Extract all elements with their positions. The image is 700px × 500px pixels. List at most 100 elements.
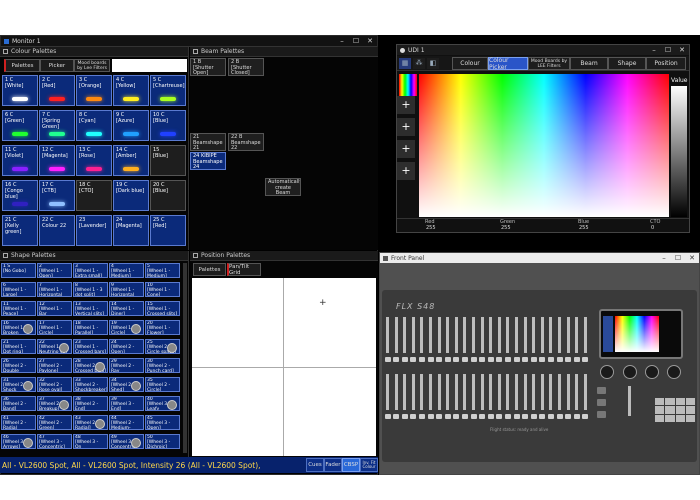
fader-track[interactable] xyxy=(411,317,415,353)
fader-button[interactable] xyxy=(547,357,554,362)
fader-track[interactable] xyxy=(575,374,579,410)
fader-track[interactable] xyxy=(558,317,561,353)
colour-palette-22[interactable]: 22 C Colour 22 xyxy=(39,215,75,246)
fader-button[interactable] xyxy=(496,357,503,362)
fader-track[interactable] xyxy=(437,317,441,353)
fader-button[interactable] xyxy=(504,414,511,419)
fader-track[interactable] xyxy=(480,317,484,353)
shape-palette-29[interactable]: 29 [Wheel 2 - Ray gear] xyxy=(109,358,144,373)
fader-track[interactable] xyxy=(583,317,587,353)
keypad-key[interactable] xyxy=(655,406,665,414)
fader-track[interactable] xyxy=(489,374,493,410)
fader-track[interactable] xyxy=(523,374,527,410)
function-key[interactable] xyxy=(597,411,606,418)
fader-button[interactable]: Fader xyxy=(324,458,342,472)
tab-colour[interactable]: Colour xyxy=(452,57,488,70)
fader-track[interactable] xyxy=(463,317,467,353)
fader-button[interactable] xyxy=(479,414,486,419)
shape-palette-50[interactable]: 50 [Wheel 3 - Dichroic] xyxy=(145,434,180,449)
shape-palette-14[interactable]: 14 [Wheel 1 - Diner] xyxy=(109,301,144,316)
fader-button[interactable] xyxy=(565,357,572,362)
fader-button[interactable] xyxy=(547,414,554,419)
fader-track[interactable] xyxy=(480,374,484,410)
colour-picker-area[interactable] xyxy=(419,74,669,217)
shape-palette-25[interactable]: 25 [Wheel 2 - Circle space] xyxy=(145,339,180,354)
beam-palette-2[interactable]: 2 B [Shutter Closed] xyxy=(228,58,264,76)
shape-palette-19[interactable]: 19 [Wheel 1 - Circle] xyxy=(109,320,144,335)
picker-tab[interactable]: Picker xyxy=(40,59,74,72)
colour-palette-13[interactable]: 13 C [Rose] xyxy=(76,145,112,176)
shape-palette-11[interactable]: 11 [Wheel 1 - Peace] xyxy=(1,301,36,316)
fader-button[interactable] xyxy=(556,357,563,362)
fader-track[interactable] xyxy=(558,374,561,410)
tab-position[interactable]: Position xyxy=(646,57,686,70)
fader-track[interactable] xyxy=(429,317,432,353)
close-button[interactable]: ✕ xyxy=(685,253,699,263)
fader-track[interactable] xyxy=(429,374,432,410)
shape-palette-33[interactable]: 33 [Wheel 2 - Shockbreaker] xyxy=(73,377,108,392)
shape-palette-48[interactable]: 48 [Wheel 3 - On the rocks] xyxy=(73,434,108,449)
fader-track[interactable] xyxy=(532,374,536,410)
fader-track[interactable] xyxy=(540,374,544,410)
fader-button[interactable] xyxy=(487,414,494,419)
fader-button[interactable] xyxy=(513,357,520,362)
position-palettes-tab[interactable]: Palettes xyxy=(193,263,226,276)
mood-boards-tab[interactable]: Mood boards by Lee Filters xyxy=(74,59,110,72)
grand-master-fader[interactable] xyxy=(628,386,631,416)
fader-track[interactable] xyxy=(446,374,450,410)
colour-palette-15[interactable]: 15 [Blue] xyxy=(150,145,186,176)
fader-button[interactable] xyxy=(522,357,529,362)
fader-track[interactable] xyxy=(386,374,389,410)
shape-palette-32[interactable]: 32 [Wheel 2 - Rose oval] xyxy=(37,377,72,392)
shape-palette-43[interactable]: 43 [Wheel 2 - Radial] xyxy=(73,415,108,430)
maximize-button[interactable]: ☐ xyxy=(349,36,363,46)
fader-button[interactable] xyxy=(393,414,400,419)
fader-track[interactable] xyxy=(394,374,398,410)
fader-track[interactable] xyxy=(549,374,553,410)
fader-track[interactable] xyxy=(446,317,450,353)
cues-button[interactable]: Cues xyxy=(306,458,324,472)
shape-palette-5[interactable]: 5 [Wheel 1 - Medium] xyxy=(145,263,180,278)
maximize-button[interactable]: ☐ xyxy=(671,253,685,263)
fader-track[interactable] xyxy=(454,374,458,410)
cbsp-button[interactable]: CBSP xyxy=(342,458,360,472)
fader-track[interactable] xyxy=(403,317,407,353)
fader-button[interactable] xyxy=(496,414,503,419)
shape-palette-9[interactable]: 9 [Wheel 1 - Horizontal ellip] xyxy=(109,282,144,297)
add-button[interactable]: + xyxy=(397,118,415,136)
pantilt-grid[interactable]: + xyxy=(192,278,376,456)
shape-palette-26[interactable]: 26 [Wheel 2 - Double Shade] xyxy=(1,358,36,373)
keypad-key[interactable] xyxy=(685,398,695,406)
shape-palette-30[interactable]: 30 [Wheel 2 - Punch card] xyxy=(145,358,180,373)
fader-button[interactable] xyxy=(384,357,391,362)
shape-palette-7[interactable]: 7 [Wheel 1 - Horizontal bar] xyxy=(37,282,72,297)
colour-palette-1[interactable]: 1 C [White] xyxy=(2,75,38,106)
keypad-key[interactable] xyxy=(675,398,685,406)
colour-palette-2[interactable]: 2 C [Red] xyxy=(39,75,75,106)
shape-palette-13[interactable]: 13 [Wheel 1 - Vertical slits] xyxy=(73,301,108,316)
fader-track[interactable] xyxy=(540,317,544,353)
shape-palette-27[interactable]: 27 [Wheel 2 - Paylone] xyxy=(37,358,72,373)
fader-button[interactable] xyxy=(436,414,443,419)
fader-button[interactable] xyxy=(453,357,460,362)
tab-mood-boards[interactable]: Mood Boards by LEE Filters xyxy=(528,57,570,70)
fader-track[interactable] xyxy=(497,317,501,353)
close-button[interactable]: ✕ xyxy=(675,45,689,55)
colour-palette-12[interactable]: 12 C [Magenta] xyxy=(39,145,75,176)
shape-palette-8[interactable]: 8 [Wheel 1 - 3 dot split] xyxy=(73,282,108,297)
pantilt-grid-tab[interactable]: Pan/Tilt Grid xyxy=(227,263,261,276)
fader-track[interactable] xyxy=(394,317,398,353)
keypad-key[interactable] xyxy=(665,414,675,422)
fader-button[interactable] xyxy=(436,357,443,362)
beam-palette-24[interactable]: 24 KIBIPE Beamshape 24 xyxy=(190,152,226,170)
shape-palette-37[interactable]: 37 [Wheel 2 - Breakup] xyxy=(37,396,72,411)
encoder-wheel[interactable] xyxy=(667,365,681,379)
fader-button[interactable] xyxy=(418,357,425,362)
fader-button[interactable] xyxy=(573,357,580,362)
hue-strip[interactable] xyxy=(399,74,417,96)
colour-palette-9[interactable]: 9 C [Azure] xyxy=(113,110,149,141)
shape-scrollbar[interactable] xyxy=(183,263,187,453)
shape-palette-36[interactable]: 36 [Wheel 2 - Band] xyxy=(1,396,36,411)
fader-track[interactable] xyxy=(386,317,389,353)
shape-palette-35[interactable]: 35 [Wheel 2 - Circle] xyxy=(145,377,180,392)
